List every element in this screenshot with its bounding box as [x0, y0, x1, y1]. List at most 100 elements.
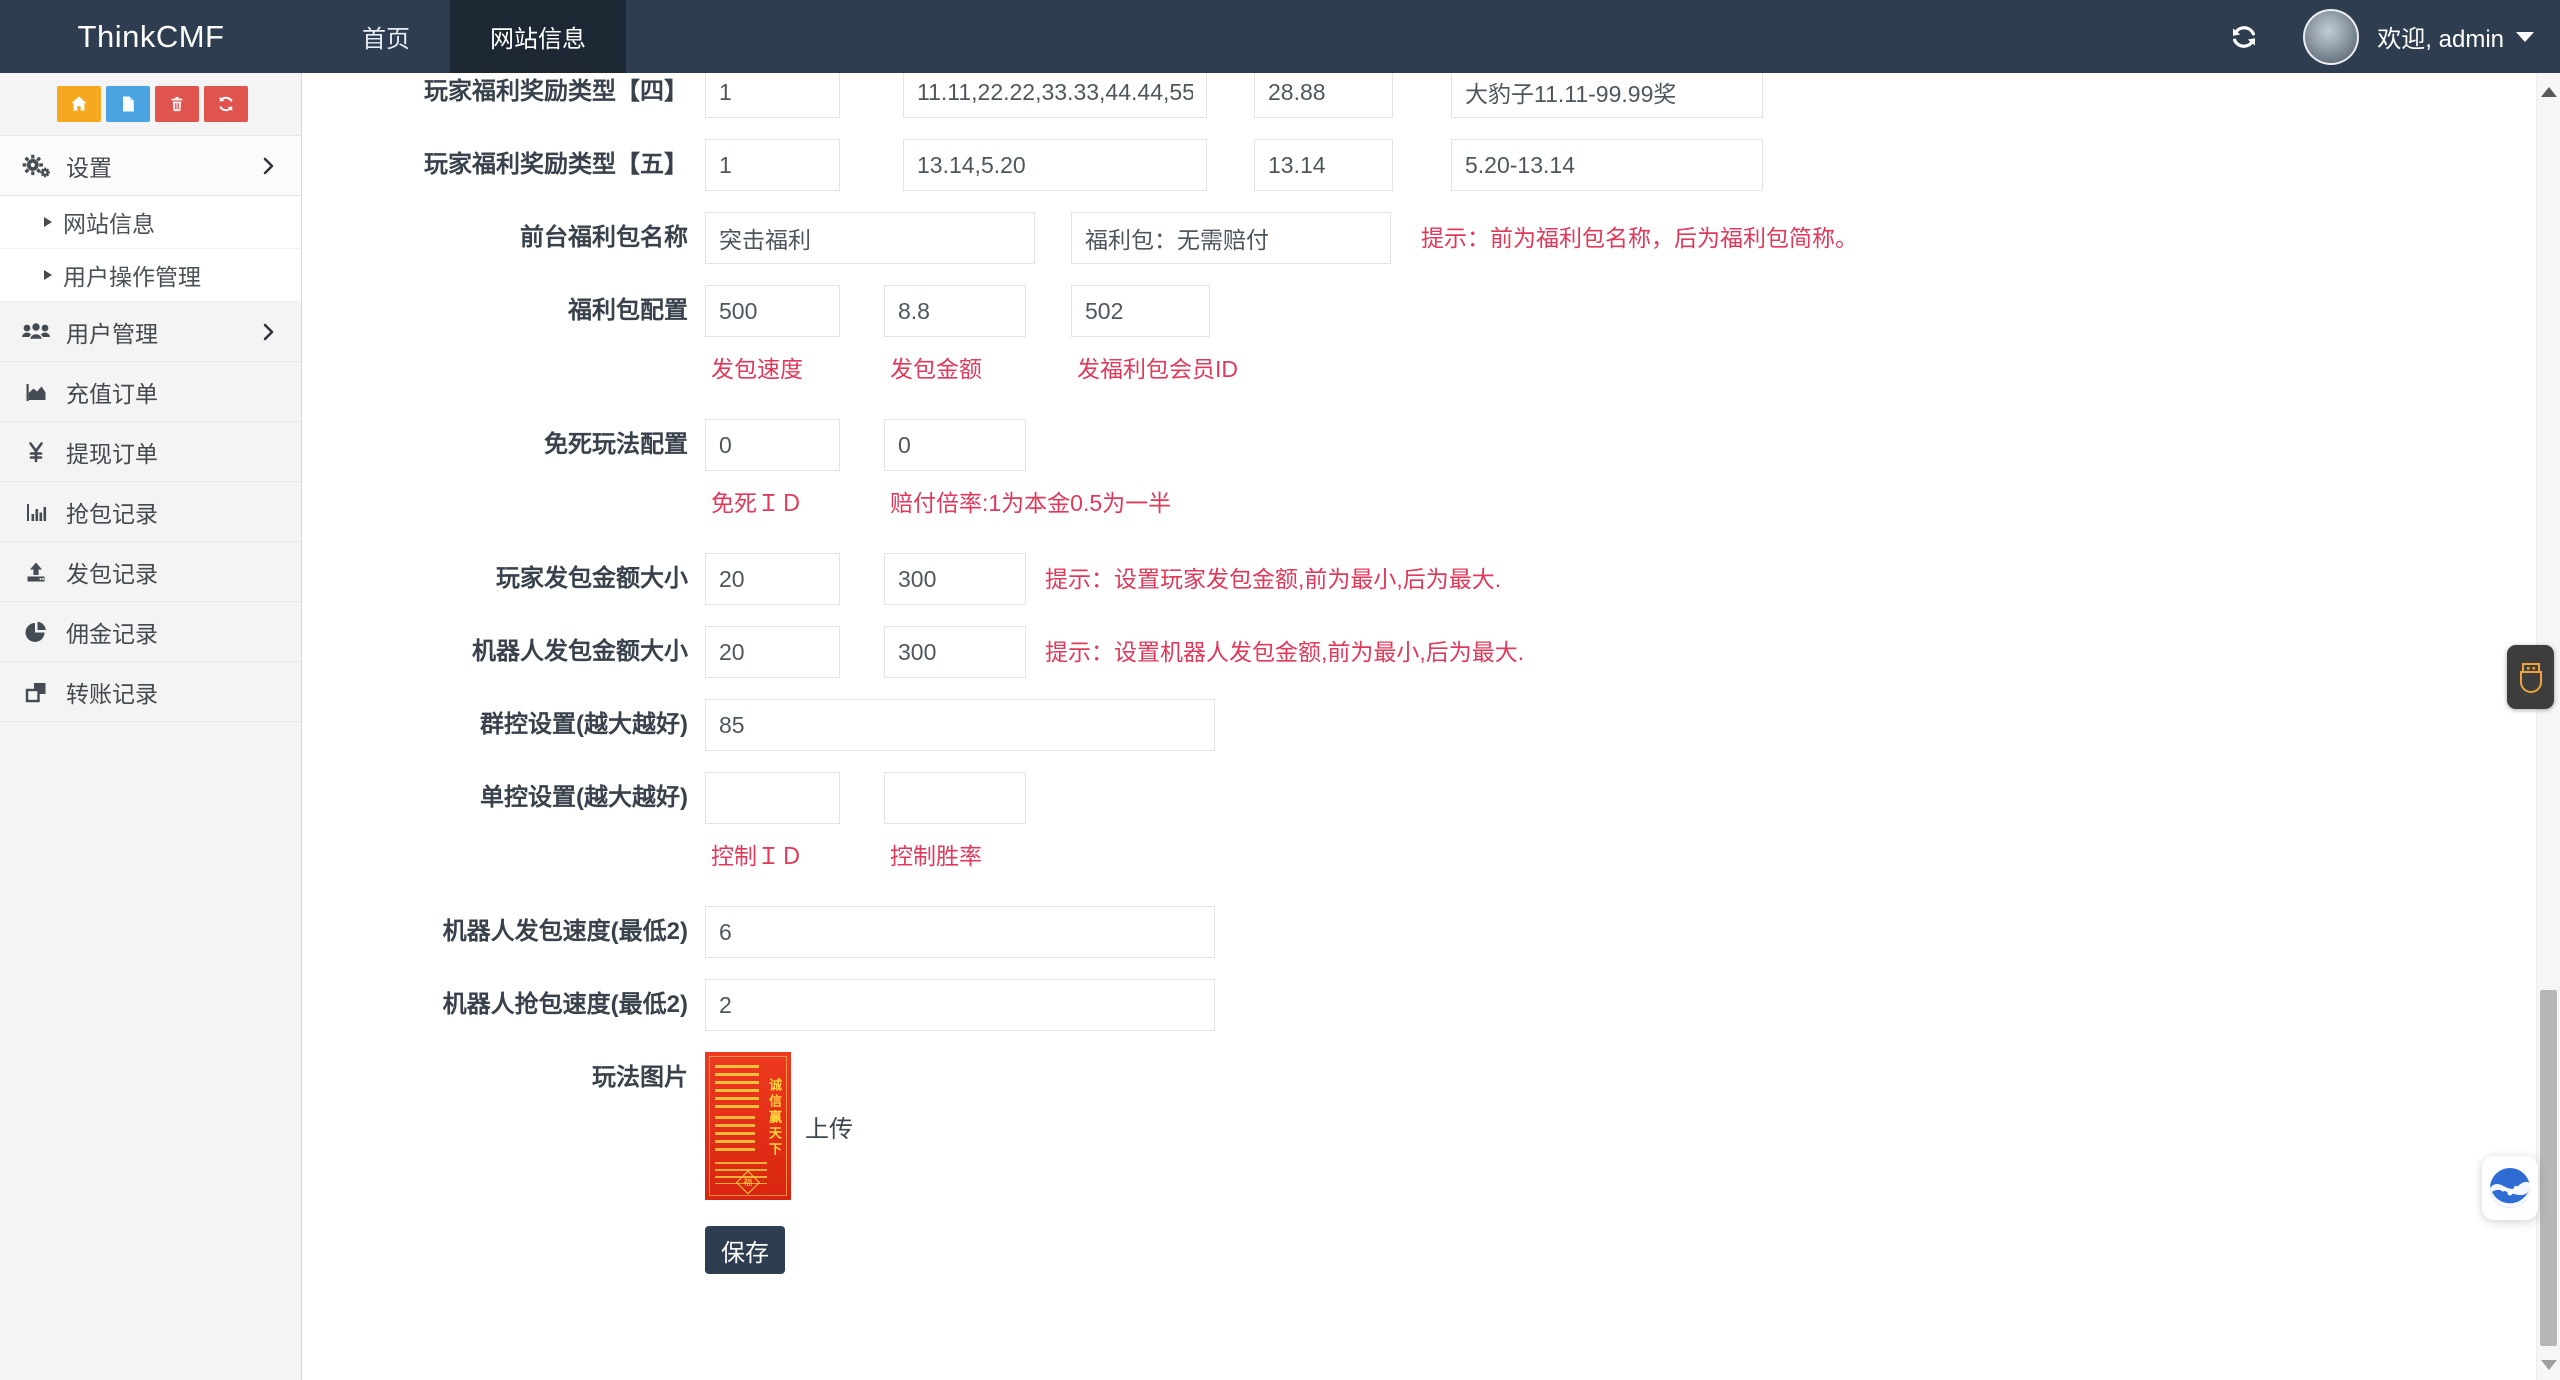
hint-text: 提示：前为福利包名称，后为福利包简称。	[1421, 212, 1858, 264]
field-label: 免死玩法配置	[303, 419, 697, 518]
nav-item-home[interactable]: 首页	[322, 0, 450, 73]
form-row-player-amount: 玩家发包金额大小 提示：设置玩家发包金额,前为最小,后为最大.	[303, 553, 2536, 605]
bar-chart-icon	[18, 500, 54, 524]
robot-grab-speed-field[interactable]	[705, 979, 1215, 1031]
gears-icon	[18, 153, 54, 179]
yen-icon	[18, 440, 54, 464]
sublabel: 控制ＩＤ	[705, 837, 884, 871]
settings-submenu: 网站信息 用户操作管理	[0, 196, 301, 302]
sublabel: 免死ＩＤ	[705, 484, 884, 518]
field-label: 玩法图片	[303, 1052, 697, 1200]
chevron-right-icon	[257, 155, 279, 177]
field-label: 机器人发包金额大小	[303, 626, 697, 678]
users-icon	[18, 320, 54, 344]
hint-text: 提示：设置玩家发包金额,前为最小,后为最大.	[1045, 553, 1501, 605]
sidebar-item-commission-records[interactable]: 佣金记录	[0, 602, 301, 662]
clone-icon	[18, 680, 54, 704]
form-row-single-control: 单控设置(越大越好) 控制ＩＤ 控制胜率	[303, 772, 2536, 871]
sublabel: 控制胜率	[884, 837, 982, 871]
top-navbar: ThinkCMF 首页 网站信息 欢迎, admin	[0, 0, 2560, 73]
sidebar-item-user-operations[interactable]: 用户操作管理	[0, 249, 301, 302]
nodeath-id-field[interactable]	[705, 419, 840, 471]
field-label: 单控设置(越大越好)	[303, 772, 697, 871]
field-label: 玩家发包金额大小	[303, 553, 697, 605]
payout-rate-field[interactable]	[884, 419, 1026, 471]
scrollbar[interactable]	[2536, 73, 2560, 1380]
trash-button[interactable]	[155, 86, 199, 122]
form-row-robot-send-speed: 机器人发包速度(最低2)	[303, 906, 2536, 958]
sidebar-item-settings[interactable]: 设置	[0, 136, 301, 196]
sublabels: 免死ＩＤ 赔付倍率:1为本金0.5为一半	[705, 484, 1171, 518]
package-short-name-field[interactable]	[1071, 212, 1391, 264]
form-row-reward-type-4: 玩家福利奖励类型【四】	[303, 73, 2536, 118]
field-label: 群控设置(越大越好)	[303, 699, 697, 751]
control-id-field[interactable]	[705, 772, 840, 824]
player-amount-min-field[interactable]	[705, 553, 840, 605]
reward4-field-4[interactable]	[1451, 73, 1763, 118]
robot-send-speed-field[interactable]	[705, 906, 1215, 958]
form-row-nodeath-config: 免死玩法配置 免死ＩＤ 赔付倍率:1为本金0.5为一半	[303, 419, 2536, 518]
sidebar-item-label: 佣金记录	[66, 615, 158, 649]
group-control-field[interactable]	[705, 699, 1215, 751]
sidebar-item-site-info[interactable]: 网站信息	[0, 196, 301, 249]
reward5-field-3[interactable]	[1254, 139, 1393, 191]
nav-item-site-info[interactable]: 网站信息	[450, 0, 626, 73]
welcome-text[interactable]: 欢迎, admin	[2377, 19, 2504, 54]
form-row-package-config: 福利包配置 发包速度 发包金额 发福利包会员ID	[303, 285, 2536, 384]
save-button[interactable]: 保存	[705, 1226, 785, 1274]
player-amount-max-field[interactable]	[884, 553, 1026, 605]
file-button[interactable]	[106, 86, 150, 122]
hint-text: 提示：设置机器人发包金额,前为最小,后为最大.	[1045, 626, 1524, 678]
reward4-field-3[interactable]	[1254, 73, 1393, 118]
reward5-field-2[interactable]	[903, 139, 1207, 191]
reward5-field-4[interactable]	[1451, 139, 1763, 191]
reward4-field-2[interactable]	[903, 73, 1207, 118]
play-image-thumbnail[interactable]: 诚信赢天下 福	[705, 1052, 791, 1200]
control-rate-field[interactable]	[884, 772, 1026, 824]
sidebar-item-grab-records[interactable]: 抢包记录	[0, 482, 301, 542]
form-row-reward-type-5: 玩家福利奖励类型【五】	[303, 139, 2536, 191]
sidebar-item-send-records[interactable]: 发包记录	[0, 542, 301, 602]
field-label: 前台福利包名称	[303, 212, 697, 264]
main-content: 玩家福利奖励类型【四】 玩家福利奖励类型【五】 前台福利包名称	[303, 73, 2536, 1380]
browser-extension-tab[interactable]	[2507, 645, 2554, 709]
form-row-group-control: 群控设置(越大越好)	[303, 699, 2536, 751]
scroll-down-arrow-icon[interactable]	[2541, 1360, 2557, 1370]
home-button[interactable]	[57, 86, 101, 122]
reward4-field-1[interactable]	[705, 73, 840, 118]
sidebar-item-label: 充值订单	[66, 375, 158, 409]
package-amount-field[interactable]	[884, 285, 1026, 337]
robot-amount-max-field[interactable]	[884, 626, 1026, 678]
form-row-save: 保存	[303, 1226, 2536, 1274]
sidebar-item-recharge-orders[interactable]: 充值订单	[0, 362, 301, 422]
upload-link[interactable]: 上传	[805, 1109, 853, 1144]
sublabel: 发包速度	[705, 350, 884, 384]
avatar[interactable]	[2303, 9, 2359, 65]
refresh-icon[interactable]	[2229, 22, 2259, 52]
field-label: 机器人发包速度(最低2)	[303, 906, 697, 958]
package-member-id-field[interactable]	[1071, 285, 1210, 337]
field-label: 玩家福利奖励类型【五】	[303, 139, 697, 191]
submenu-label: 用户操作管理	[63, 258, 201, 292]
scroll-up-arrow-icon[interactable]	[2541, 87, 2557, 97]
translate-extension-button[interactable]	[2482, 1156, 2538, 1220]
sidebar-item-user-management[interactable]: 用户管理	[0, 302, 301, 362]
form-row-robot-grab-speed: 机器人抢包速度(最低2)	[303, 979, 2536, 1031]
robot-amount-min-field[interactable]	[705, 626, 840, 678]
chevron-right-icon	[257, 321, 279, 343]
pie-chart-icon	[18, 620, 54, 644]
reward5-field-1[interactable]	[705, 139, 840, 191]
sublabel: 发包金额	[884, 350, 1071, 384]
scrollbar-thumb[interactable]	[2540, 990, 2557, 1346]
play-image-textlines	[715, 1116, 755, 1156]
app-logo: ThinkCMF	[0, 0, 302, 73]
spacer	[303, 1226, 697, 1274]
package-name-field[interactable]	[705, 212, 1035, 264]
sidebar-item-transfer-records[interactable]: 转账记录	[0, 662, 301, 722]
sidebar-item-withdraw-orders[interactable]: 提现订单	[0, 422, 301, 482]
package-speed-field[interactable]	[705, 285, 840, 337]
play-image-textlines	[715, 1065, 759, 1109]
field-label: 福利包配置	[303, 285, 697, 384]
recycle-button[interactable]	[204, 86, 248, 122]
form-row-robot-amount: 机器人发包金额大小 提示：设置机器人发包金额,前为最小,后为最大.	[303, 626, 2536, 678]
